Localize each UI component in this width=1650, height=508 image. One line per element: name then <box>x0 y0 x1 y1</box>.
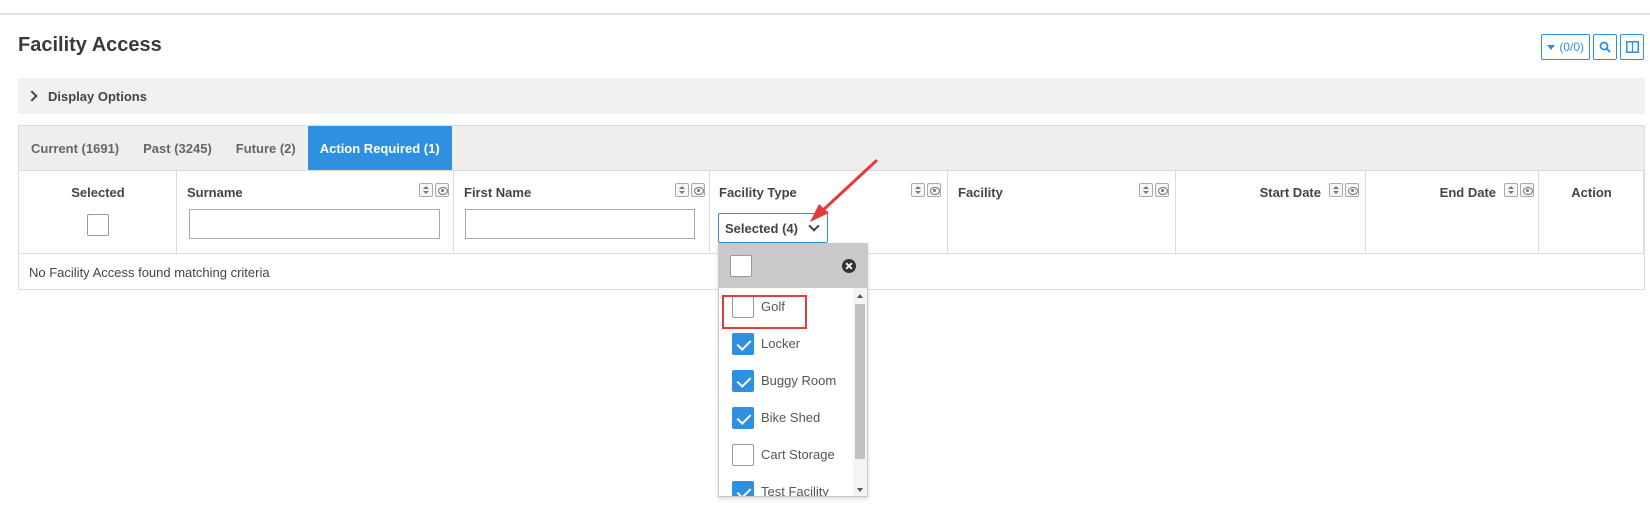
filter-dropdown-icon <box>1547 44 1556 50</box>
option-bike-shed[interactable]: Bike Shed <box>719 399 853 436</box>
chevron-down-icon <box>808 220 820 232</box>
display-options-label: Display Options <box>48 88 147 104</box>
option-checkbox[interactable] <box>732 369 754 392</box>
top-divider <box>0 13 1650 15</box>
column-header-action: Action <box>1539 171 1644 253</box>
column-label-selected: Selected <box>71 185 125 200</box>
facility-type-filter-label: Selected (4) <box>725 220 798 236</box>
eye-icon[interactable] <box>927 183 941 197</box>
column-header-start-date: Start Date <box>1176 171 1366 253</box>
page-title: Facility Access <box>18 34 162 56</box>
sort-icon[interactable] <box>1139 183 1153 197</box>
first-name-filter-input[interactable] <box>465 209 695 239</box>
column-label-action: Action <box>1571 185 1612 200</box>
scroll-up-icon[interactable] <box>857 294 863 298</box>
chevron-right-icon <box>26 90 38 102</box>
column-label-facility: Facility <box>958 185 1003 200</box>
column-header-surname: Surname <box>177 171 454 253</box>
tab-future[interactable]: Future (2) <box>224 126 308 170</box>
search-icon <box>1599 41 1611 53</box>
tab-bar: Current (1691) Past (3245) Future (2) Ac… <box>18 125 1645 170</box>
filter-count-label: (0/0) <box>1559 40 1584 54</box>
search-button[interactable] <box>1593 34 1617 60</box>
option-test-facility[interactable]: Test Facility <box>719 473 853 497</box>
column-label-first-name: First Name <box>464 185 532 200</box>
sort-icon[interactable] <box>911 183 925 197</box>
column-header-selected: Selected <box>19 171 177 253</box>
columns-icon <box>1625 41 1639 53</box>
sort-icon[interactable] <box>419 183 433 197</box>
columns-button[interactable] <box>1620 34 1644 60</box>
option-locker[interactable]: Locker <box>719 325 853 362</box>
column-header-facility: Facility <box>948 171 1176 253</box>
option-label: Buggy Room <box>761 373 837 388</box>
option-cart-storage[interactable]: Cart Storage <box>719 436 853 473</box>
eye-icon[interactable] <box>1520 183 1534 197</box>
surname-filter-input[interactable] <box>189 209 440 239</box>
option-label: Cart Storage <box>761 447 835 462</box>
empty-message: No Facility Access found matching criter… <box>29 265 270 280</box>
dropdown-scrollbar[interactable] <box>853 288 867 496</box>
column-label-end-date: End Date <box>1439 185 1496 200</box>
eye-icon[interactable] <box>435 183 449 197</box>
close-icon[interactable] <box>842 259 856 273</box>
facility-type-filter-button[interactable]: Selected (4) <box>718 213 828 243</box>
sort-icon[interactable] <box>1329 183 1343 197</box>
option-label: Test Facility <box>761 484 829 497</box>
tab-past[interactable]: Past (3245) <box>131 126 224 170</box>
select-all-options-checkbox[interactable] <box>730 255 752 277</box>
eye-icon[interactable] <box>1345 183 1359 197</box>
scroll-thumb[interactable] <box>855 304 865 459</box>
option-checkbox[interactable] <box>732 332 754 355</box>
sort-icon[interactable] <box>1504 183 1518 197</box>
eye-icon[interactable] <box>1155 183 1169 197</box>
option-checkbox[interactable] <box>732 406 754 429</box>
tab-current[interactable]: Current (1691) <box>19 126 131 170</box>
option-checkbox[interactable] <box>732 443 754 466</box>
column-label-start-date: Start Date <box>1259 185 1321 200</box>
select-all-checkbox[interactable] <box>87 214 109 236</box>
filter-count-button[interactable]: (0/0) <box>1541 34 1590 60</box>
annotation-highlight-box <box>722 295 807 329</box>
toolbar: (0/0) <box>1541 34 1644 60</box>
option-buggy-room[interactable]: Buggy Room <box>719 362 853 399</box>
column-label-surname: Surname <box>187 185 243 200</box>
column-header-first-name: First Name <box>454 171 710 253</box>
facility-type-dropdown: Golf Locker Buggy Room Bike Shed Cart St… <box>718 243 868 497</box>
option-label: Locker <box>761 336 801 351</box>
column-label-facility-type: Facility Type <box>719 185 797 200</box>
dropdown-header <box>719 244 867 288</box>
scroll-down-icon[interactable] <box>857 488 863 492</box>
tab-action-required[interactable]: Action Required (1) <box>307 126 452 170</box>
sort-icon[interactable] <box>675 183 689 197</box>
option-label: Bike Shed <box>761 410 821 425</box>
column-header-end-date: End Date <box>1366 171 1539 253</box>
eye-icon[interactable] <box>691 183 705 197</box>
option-checkbox[interactable] <box>732 480 754 496</box>
display-options-toggle[interactable]: Display Options <box>18 78 1645 114</box>
